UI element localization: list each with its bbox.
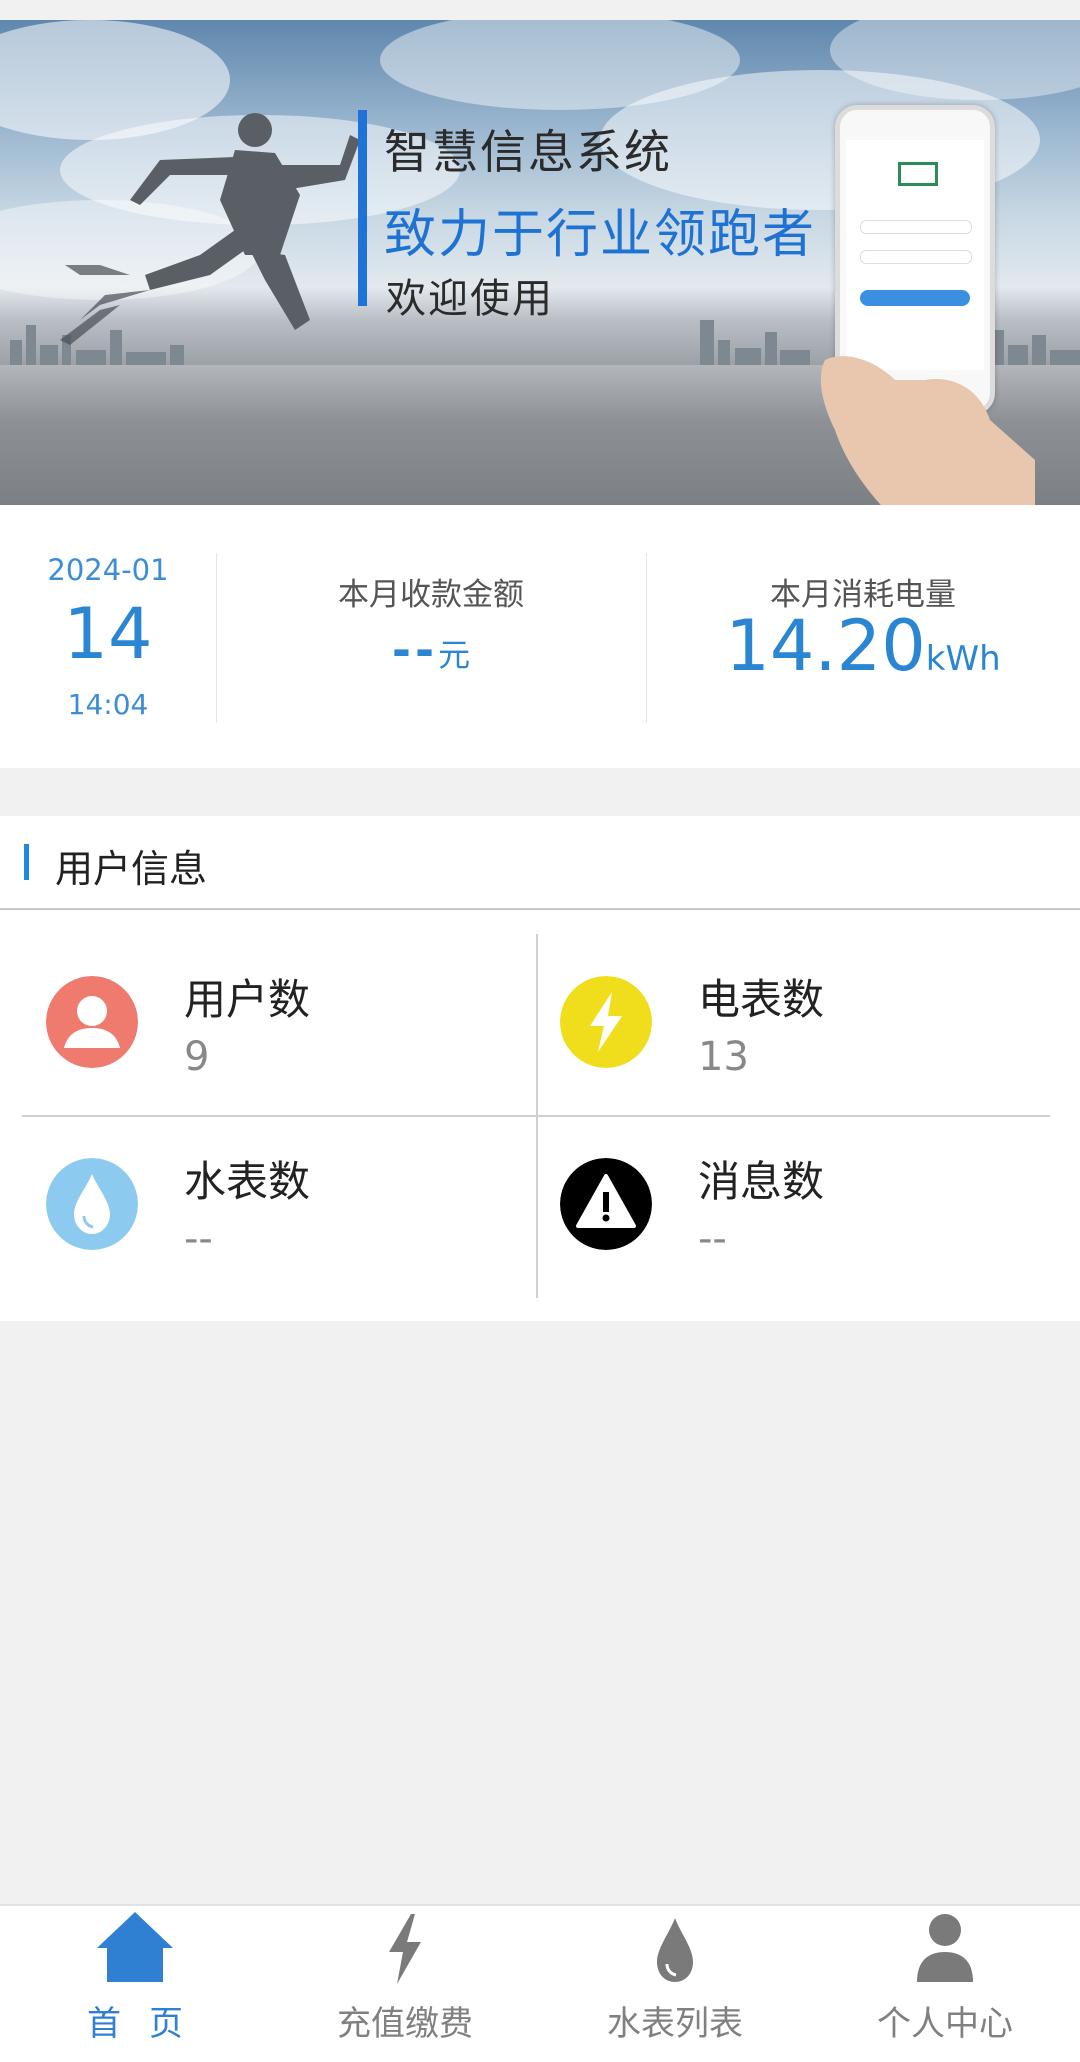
water-drop-icon (46, 1158, 138, 1250)
collection-amount-unit: 元 (438, 636, 471, 674)
message-count-cell[interactable]: 消息数 -- (536, 1118, 1050, 1298)
monthly-stats-card: 2024-01 14 14:04 本月收款金额 --元 本月消耗电量 14.20… (0, 505, 1080, 768)
collection-amount-number: -- (391, 623, 439, 677)
person-icon (905, 1908, 985, 1988)
water-meter-count-cell[interactable]: 水表数 -- (22, 1118, 536, 1298)
water-meter-count-value: -- (184, 1216, 213, 1262)
power-consumption-value: 14.20kWh (646, 605, 1080, 687)
date-day: 14 (63, 593, 153, 675)
user-icon (46, 976, 138, 1068)
user-count-label: 用户数 (184, 975, 311, 1024)
water-drop-icon (635, 1908, 715, 1988)
meter-count-label: 电表数 (698, 975, 825, 1024)
collection-amount-value: --元 (216, 623, 646, 677)
section-title: 用户信息 (55, 847, 208, 891)
divider (0, 908, 1080, 910)
banner-accent-bar (358, 110, 367, 306)
hand-graphic (820, 356, 1035, 505)
tab-recharge-label: 充值缴费 (337, 2004, 473, 2044)
meter-count-value: 13 (698, 1034, 749, 1080)
runner-figure-graphic (60, 113, 360, 345)
tab-water-meters[interactable]: 水表列表 (540, 1906, 810, 2062)
lightning-icon (560, 976, 652, 1068)
power-consumption-number: 14.20 (725, 605, 926, 687)
banner-welcome: 欢迎使用 (386, 276, 554, 322)
meter-count-cell[interactable]: 电表数 13 (536, 936, 1050, 1116)
current-time: 14:04 (67, 688, 149, 721)
user-info-section: 用户信息 用户数 9 电表数 13 水表数 -- 消息数 -- (0, 816, 1080, 1321)
section-accent-bar (24, 844, 29, 880)
tab-profile-label: 个人中心 (877, 2004, 1013, 2044)
home-icon (95, 1908, 175, 1988)
message-count-value: -- (698, 1216, 727, 1262)
bottom-tab-bar: 首页 充值缴费 水表列表 个人中心 (0, 1904, 1080, 2062)
banner-slogan: 致力于行业领跑者 (384, 205, 817, 265)
water-meter-count-label: 水表数 (184, 1157, 311, 1206)
date-year-month: 2024-01 (47, 553, 169, 587)
warning-icon (560, 1158, 652, 1250)
user-count-value: 9 (184, 1034, 210, 1080)
tab-water-meters-label: 水表列表 (607, 2004, 743, 2044)
banner-system-name: 智慧信息系统 (384, 125, 672, 179)
banner: 智慧信息系统 致力于行业领跑者 欢迎使用 (0, 20, 1080, 505)
power-consumption-unit: kWh (925, 639, 1001, 679)
tab-recharge[interactable]: 充值缴费 (270, 1906, 540, 2062)
tab-home[interactable]: 首页 (0, 1906, 270, 2062)
lightning-icon (365, 1908, 445, 1988)
tab-profile[interactable]: 个人中心 (810, 1906, 1080, 2062)
collection-amount-label: 本月收款金额 (338, 577, 524, 613)
tab-home-label: 首页 (87, 2004, 211, 2044)
user-count-cell[interactable]: 用户数 9 (22, 936, 536, 1116)
message-count-label: 消息数 (698, 1157, 825, 1206)
